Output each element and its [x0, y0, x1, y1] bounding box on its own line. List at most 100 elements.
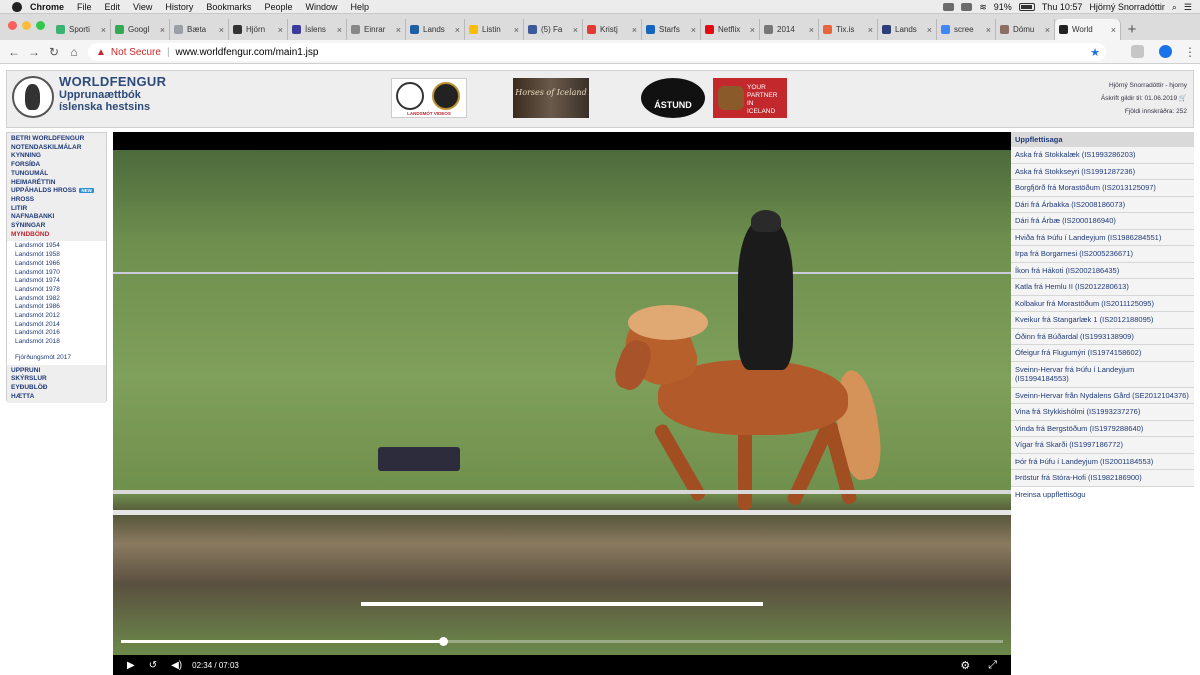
minimize-window-icon[interactable] — [22, 21, 31, 30]
browser-tab[interactable]: Sporti × — [52, 19, 111, 40]
nav-eydublod[interactable]: EYÐUBLÖÐ — [11, 384, 102, 393]
history-item[interactable]: Kolbakur frá Morastöðum (IS2011125095) — [1011, 295, 1194, 312]
ad-horses-of-iceland[interactable]: Horses of Iceland — [513, 78, 589, 118]
menu-help[interactable]: Help — [350, 2, 369, 12]
browser-tab[interactable]: World × — [1055, 19, 1121, 40]
history-item[interactable]: Borgfjörð frá Morastöðum (IS2013125097) — [1011, 180, 1194, 197]
profile-avatar-icon[interactable] — [1159, 45, 1172, 58]
browser-tab[interactable]: Googl × — [111, 19, 170, 40]
tab-close-icon[interactable]: × — [573, 25, 578, 35]
history-item[interactable]: Ófeigur frá Flugumýri (IS1974158602) — [1011, 345, 1194, 362]
rewind-10-icon[interactable]: ↺ — [149, 660, 157, 671]
home-icon[interactable]: ⌂ — [64, 45, 84, 59]
history-item[interactable]: Katla frá Hemlu II (IS2012280613) — [1011, 279, 1194, 296]
menu-people[interactable]: People — [264, 2, 292, 12]
history-item[interactable]: Íkon frá Hákoti (IS2002186435) — [1011, 262, 1194, 279]
history-item[interactable]: Aska frá Stokkalæk (IS1993286203) — [1011, 147, 1194, 164]
nav-litir[interactable]: LITIR — [11, 205, 102, 214]
tab-close-icon[interactable]: × — [514, 25, 519, 35]
history-item[interactable]: Vina frá Stykkishólmi (IS1993237276) — [1011, 404, 1194, 421]
tab-close-icon[interactable]: × — [1111, 25, 1116, 35]
user-name[interactable]: Hjörný Snorradóttir — [1089, 2, 1165, 12]
browser-tab[interactable]: Netflix × — [701, 19, 760, 40]
video-link[interactable]: Landsmót 1978 — [15, 286, 98, 295]
nav-nafnabanki[interactable]: NAFNABANKI — [11, 213, 102, 222]
nav-uppruni[interactable]: UPPRUNI — [11, 367, 102, 376]
tab-close-icon[interactable]: × — [868, 25, 873, 35]
history-item[interactable]: Irpa frá Borgarnesi (IS2005236671) — [1011, 246, 1194, 263]
status-app-icon[interactable] — [943, 3, 955, 11]
video-link[interactable]: Landsmót 1954 — [15, 242, 98, 251]
tab-close-icon[interactable]: × — [219, 25, 224, 35]
browser-tab[interactable]: (5) Fa × — [524, 19, 583, 40]
video-link[interactable]: Landsmót 2018 — [15, 338, 98, 347]
tab-close-icon[interactable]: × — [986, 25, 991, 35]
browser-tab[interactable]: Íslens × — [288, 19, 347, 40]
menu-window[interactable]: Window — [305, 2, 337, 12]
video-link[interactable]: Landsmót 1986 — [15, 303, 98, 312]
nav-notendaskilmalar[interactable]: NOTENDASKILMÁLAR — [11, 144, 102, 153]
ad-partner-iceland[interactable]: YOUR PARTNER IN ICELAND — [713, 78, 787, 118]
history-item[interactable]: Kveikur frá Stangarlæk 1 (IS2012188095) — [1011, 312, 1194, 329]
tab-close-icon[interactable]: × — [1045, 25, 1050, 35]
browser-tab[interactable]: Dómu × — [996, 19, 1055, 40]
search-icon[interactable]: ⌕ — [1172, 2, 1177, 13]
close-window-icon[interactable] — [8, 21, 17, 30]
tab-close-icon[interactable]: × — [101, 25, 106, 35]
nav-syningar[interactable]: SÝNINGAR — [11, 222, 102, 231]
nav-kynning[interactable]: KYNNING — [11, 152, 102, 161]
forward-arrow-icon[interactable]: → — [24, 45, 44, 59]
tab-close-icon[interactable]: × — [927, 25, 932, 35]
video-link[interactable]: Landsmót 2016 — [15, 329, 98, 338]
clock[interactable]: Thu 10:57 — [1042, 2, 1083, 12]
ad-astund[interactable]: ÁSTUND — [641, 78, 705, 118]
history-item[interactable]: Þór frá Þúfu í Landeyjum (IS2001184553) — [1011, 453, 1194, 470]
wifi-icon[interactable]: ≋ — [979, 2, 987, 13]
history-item[interactable]: Dári frá Árbakka (IS2008186073) — [1011, 196, 1194, 213]
nav-hross[interactable]: HROSS — [11, 196, 102, 205]
video-player[interactable]: ▶ ↺ ◀) 02:34 / 07:03 ⚙ ⤢ — [113, 132, 1011, 675]
tab-close-icon[interactable]: × — [750, 25, 755, 35]
battery-icon[interactable] — [1018, 3, 1035, 11]
settings-gear-icon[interactable]: ⚙ — [960, 659, 970, 672]
video-link[interactable]: Landsmót 1970 — [15, 269, 98, 278]
menu-file[interactable]: File — [77, 2, 92, 12]
history-item[interactable]: Sveinn-Hervar från Nydalens Gård (SE2012… — [1011, 387, 1194, 404]
browser-tab[interactable]: Bæta × — [170, 19, 229, 40]
nav-forsida[interactable]: FORSÍÐA — [11, 161, 102, 170]
menu-history[interactable]: History — [165, 2, 193, 12]
tab-close-icon[interactable]: × — [691, 25, 696, 35]
nav-uppahalds-hross[interactable]: UPPÁHALDS HROSS NEW — [11, 187, 102, 196]
history-item[interactable]: Óðinn frá Búðardal (IS1993138909) — [1011, 328, 1194, 345]
tab-close-icon[interactable]: × — [160, 25, 165, 35]
menu-bookmarks[interactable]: Bookmarks — [206, 2, 251, 12]
account-user[interactable]: Hjörný Snorradóttir - hjorny — [1101, 79, 1187, 92]
tab-close-icon[interactable]: × — [809, 25, 814, 35]
nav-haetta[interactable]: HÆTTA — [11, 393, 102, 402]
history-item[interactable]: Hviða frá Þúfu í Landeyjum (IS1986284551… — [1011, 229, 1194, 246]
video-link[interactable]: Landsmót 1974 — [15, 277, 98, 286]
browser-tab[interactable]: scree × — [937, 19, 996, 40]
fullscreen-icon[interactable]: ⤢ — [988, 659, 997, 672]
history-item[interactable]: Dári frá Árbæ (IS2000186940) — [1011, 213, 1194, 230]
video-link[interactable]: Landsmót 2012 — [15, 312, 98, 321]
tab-close-icon[interactable]: × — [337, 25, 342, 35]
apple-icon[interactable] — [12, 1, 22, 12]
new-tab-button[interactable]: + — [1121, 19, 1143, 40]
seek-handle[interactable] — [438, 637, 448, 646]
video-link[interactable]: Landsmót 1966 — [15, 260, 98, 269]
browser-tab[interactable]: 2014 × — [760, 19, 819, 40]
menu-list-icon[interactable]: ☰ — [1184, 2, 1192, 13]
browser-tab[interactable]: Lands × — [878, 19, 937, 40]
nav-betri-worldfengur[interactable]: BETRI WORLDFENGUR — [11, 135, 102, 144]
browser-tab[interactable]: Einrar × — [347, 19, 406, 40]
tab-close-icon[interactable]: × — [396, 25, 401, 35]
tab-close-icon[interactable]: × — [632, 25, 637, 35]
worldfengur-logo[interactable] — [12, 76, 54, 118]
video-link[interactable]: Landsmót 1982 — [15, 295, 98, 304]
video-link[interactable]: Landsmót 2014 — [15, 321, 98, 330]
browser-tab[interactable]: Hjörn × — [229, 19, 288, 40]
video-link[interactable]: Fjórðungsmót 2017 — [15, 354, 98, 363]
history-item[interactable]: Vígar frá Skarði (IS1997186772) — [1011, 437, 1194, 454]
url-bar[interactable]: ▲ Not Secure | www.worldfengur.com/main1… — [88, 43, 1106, 61]
